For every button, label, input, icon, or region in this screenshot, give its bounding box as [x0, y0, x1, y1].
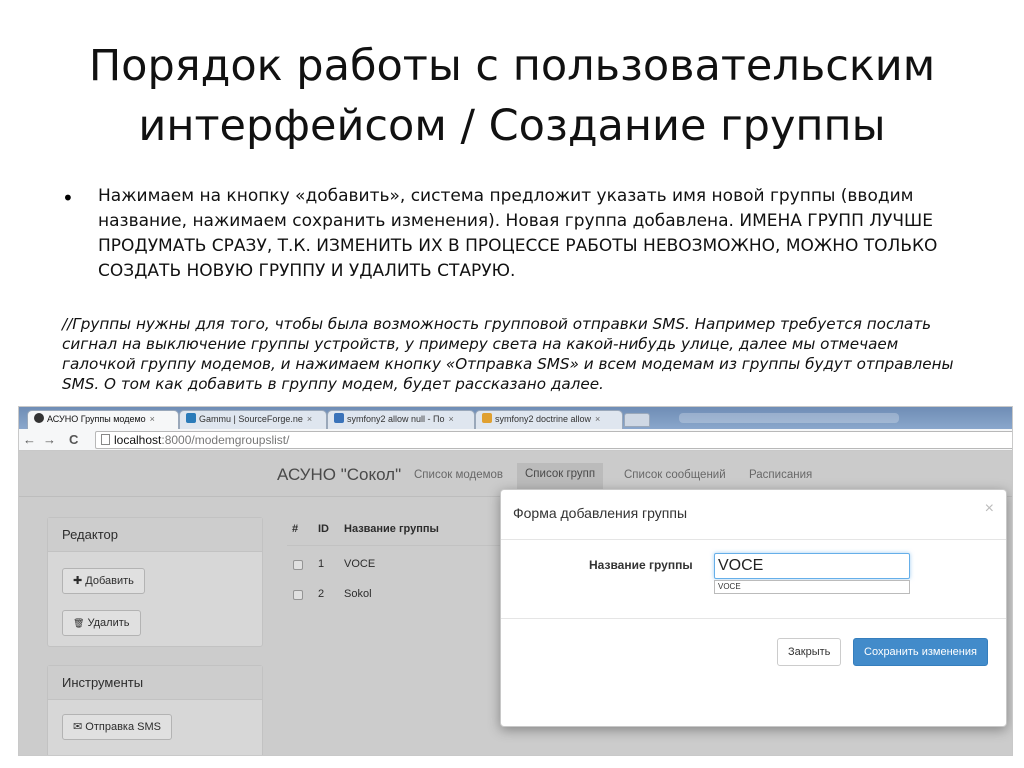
reload-icon[interactable]: C [69, 431, 78, 449]
tab-label: symfony2 doctrine allow [495, 414, 592, 424]
browser-screenshot: АСУНО Группы модемо × Gammu | SourceForge… [18, 406, 1013, 756]
group-name-label: Название группы [589, 558, 693, 572]
modal-header-divider [501, 539, 1006, 540]
slide-title: Порядок работы с пользовательским интерф… [88, 41, 936, 151]
back-arrow-icon[interactable]: ← [23, 431, 36, 449]
browser-tab[interactable]: Gammu | SourceForge.ne × [179, 410, 327, 429]
sourceforge-icon [186, 413, 196, 423]
note-text: //Группы нужны для того, чтобы была возм… [62, 315, 954, 393]
tab-close-icon[interactable]: × [595, 414, 600, 424]
modal-title: Форма добавления группы [513, 505, 688, 521]
autocomplete-suggestion[interactable]: VOCE [714, 580, 910, 594]
browser-tab-active[interactable]: АСУНО Группы модемо × [27, 410, 179, 429]
url-input[interactable]: localhost:8000/modemgroupslist/ [95, 431, 1012, 449]
close-icon[interactable]: × [985, 500, 994, 518]
forward-arrow-icon[interactable]: → [43, 431, 56, 449]
group-name-input[interactable]: VOCE [714, 553, 910, 579]
close-button[interactable]: Закрыть [777, 638, 842, 666]
window-title-blur [679, 413, 899, 423]
browser-tab[interactable]: symfony2 doctrine allow × [475, 410, 623, 429]
add-group-modal: Форма добавления группы × Название групп… [500, 489, 1007, 727]
bullet-dot: • [62, 186, 74, 210]
address-bar: ← → C localhost:8000/modemgroupslist/ [19, 429, 1012, 451]
bullet-text: Нажимаем на кнопку «добавить», система п… [98, 186, 938, 281]
google-icon [334, 413, 344, 423]
tab-label: Gammu | SourceForge.ne [199, 414, 303, 424]
save-changes-button[interactable]: Сохранить изменения [853, 638, 988, 666]
tab-label: symfony2 allow null - По [347, 414, 445, 424]
stackoverflow-icon [482, 413, 492, 423]
new-tab-button[interactable] [624, 413, 650, 427]
browser-tabstrip: АСУНО Группы модемо × Gammu | SourceForge… [19, 407, 1012, 429]
url-host: localhost [114, 433, 162, 447]
web-page: АСУНО "Сокол" Список модемов Список груп… [19, 451, 1012, 755]
tab-close-icon[interactable]: × [449, 414, 454, 424]
url-path: :8000/modemgroupslist/ [161, 433, 290, 447]
tab-close-icon[interactable]: × [150, 414, 155, 424]
page-icon [101, 434, 110, 445]
modal-footer-divider [501, 618, 1006, 619]
tab-close-icon[interactable]: × [307, 414, 312, 424]
site-icon [34, 413, 44, 423]
tab-label: АСУНО Группы модемо [47, 414, 146, 424]
browser-tab[interactable]: symfony2 allow null - По × [327, 410, 475, 429]
